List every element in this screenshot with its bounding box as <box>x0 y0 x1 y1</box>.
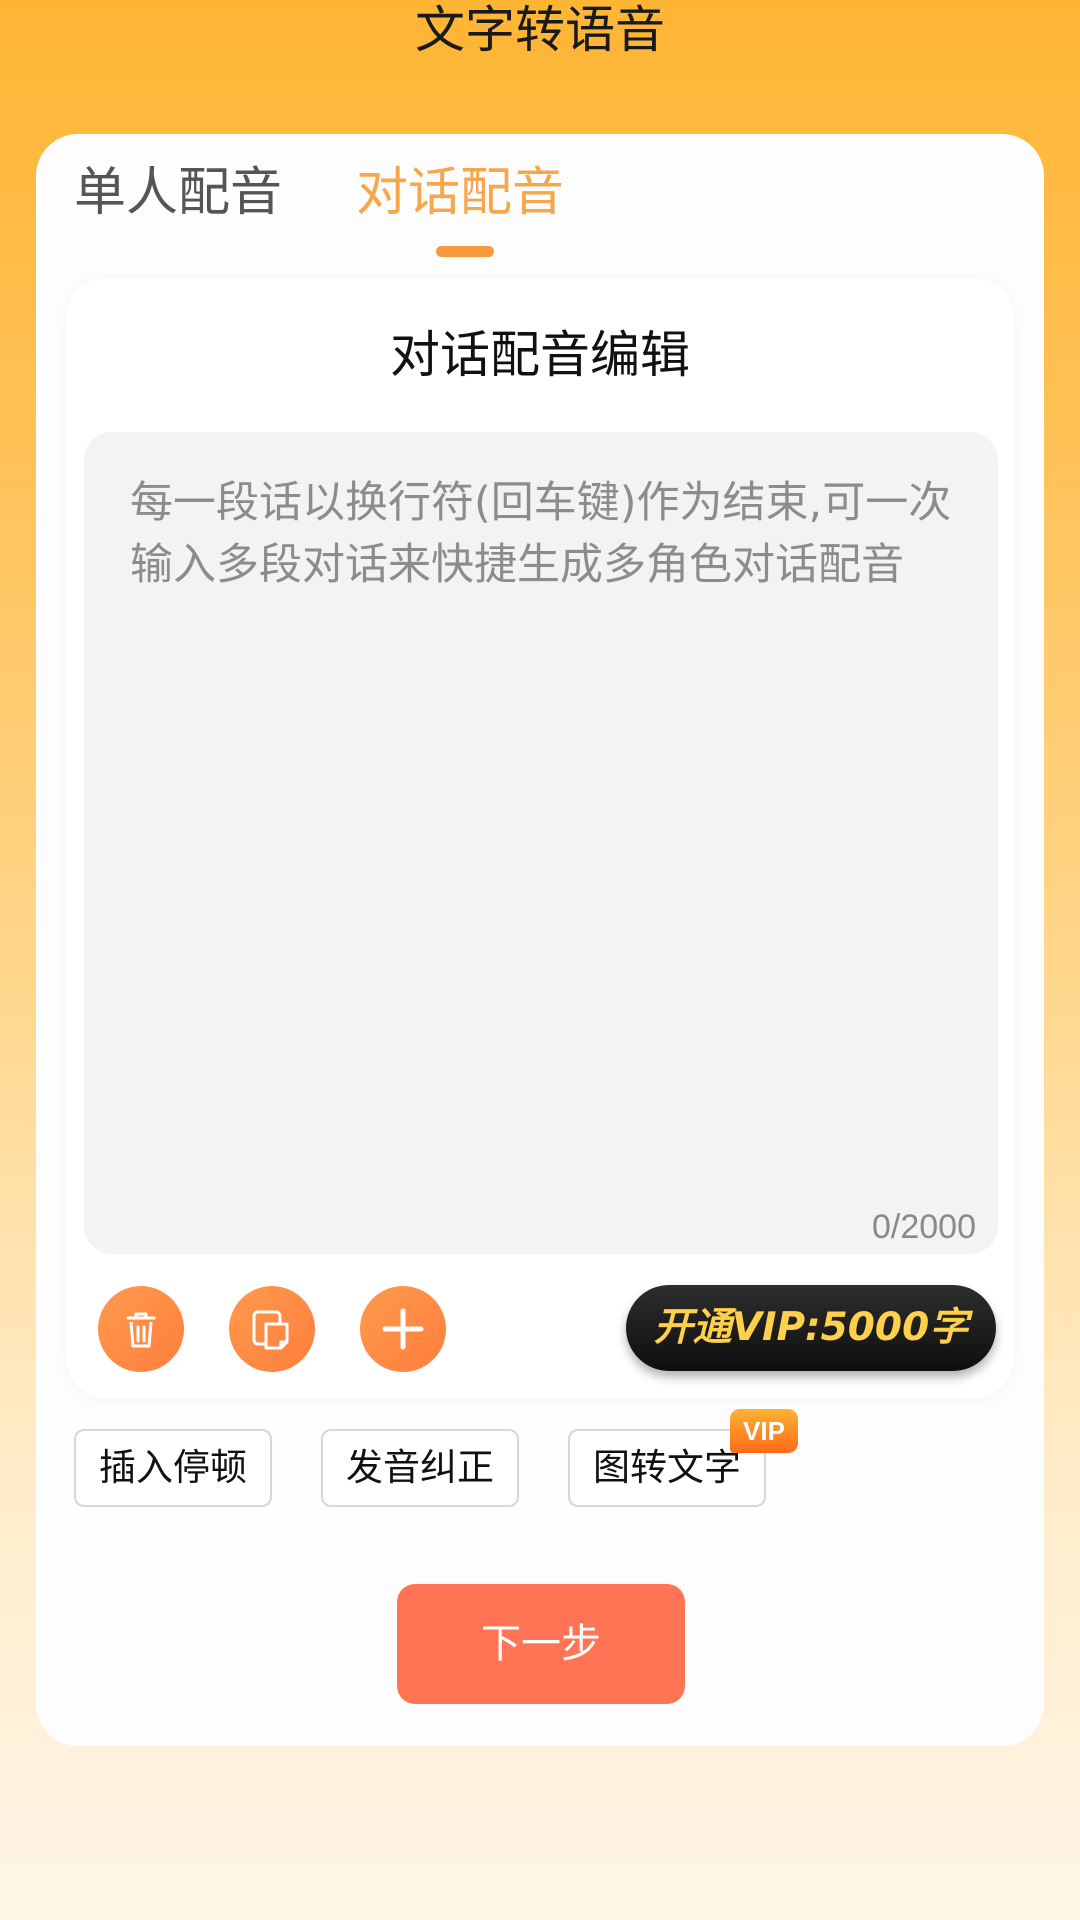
vip-badge: VIP <box>730 1409 798 1453</box>
editor-title: 对话配音编辑 <box>390 326 690 384</box>
pronunciation-fix-button[interactable]: 发音纠正 <box>321 1429 519 1507</box>
open-vip-button[interactable]: 开通VIP:5000字 <box>626 1285 996 1371</box>
tab-dialog-dubbing[interactable]: 对话配音 <box>356 156 564 230</box>
dialog-text-input[interactable] <box>130 472 960 1172</box>
page-title: 文字转语音 <box>415 1 665 59</box>
insert-pause-button[interactable]: 插入停顿 <box>74 1429 272 1507</box>
char-counter: 0/2000 <box>872 1208 976 1246</box>
active-tab-indicator <box>436 246 494 257</box>
text-input-area: 0/2000 <box>84 432 998 1254</box>
next-step-button[interactable]: 下一步 <box>397 1584 685 1704</box>
add-button[interactable] <box>360 1286 446 1372</box>
tab-single-dubbing[interactable]: 单人配音 <box>74 156 282 230</box>
trash-icon <box>126 1312 156 1348</box>
delete-button[interactable] <box>98 1286 184 1372</box>
copy-icon <box>252 1310 289 1350</box>
plus-icon <box>382 1308 424 1350</box>
copy-button[interactable] <box>229 1286 315 1372</box>
